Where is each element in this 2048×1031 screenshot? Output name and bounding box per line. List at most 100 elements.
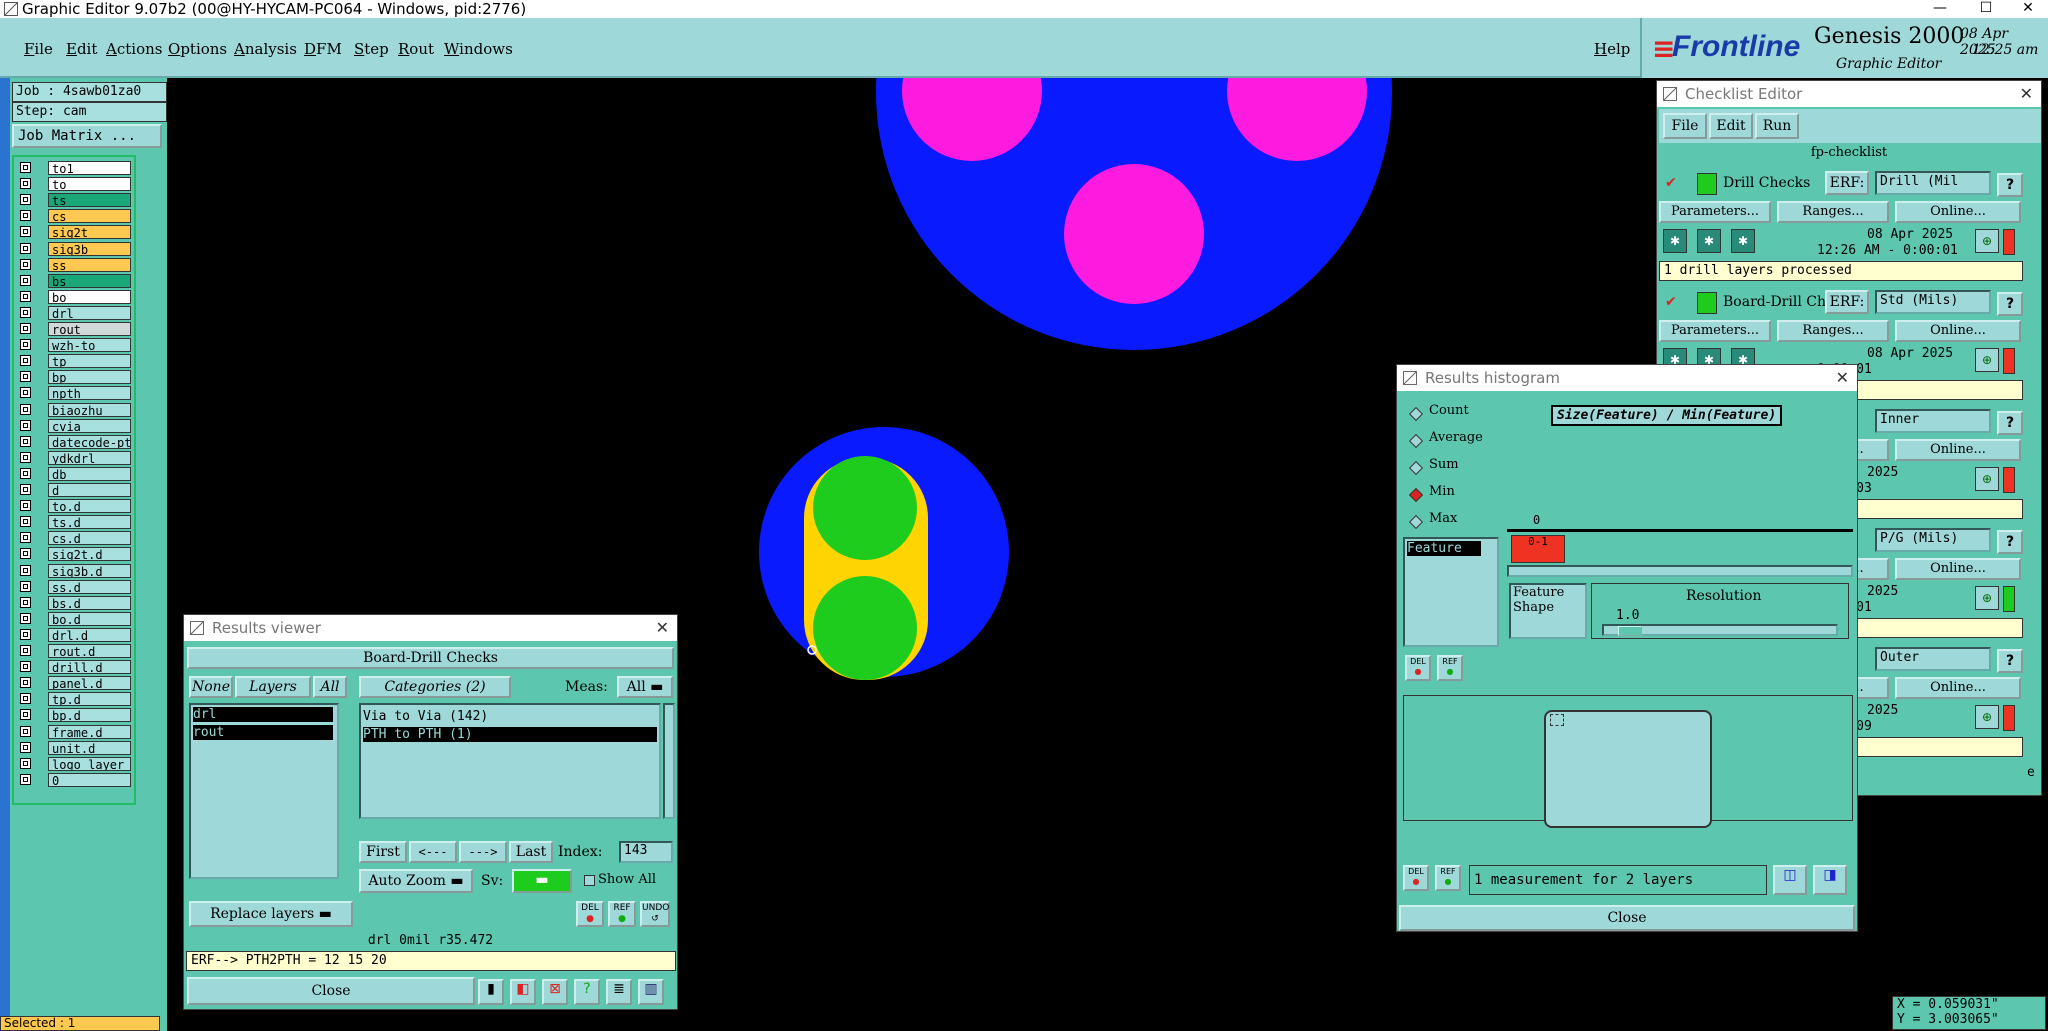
resolution-slider[interactable] <box>1602 624 1838 636</box>
layer-toggle-checkbox[interactable] <box>20 548 31 560</box>
layer-toggle-checkbox[interactable] <box>20 580 31 592</box>
parameters-button[interactable]: Parameters... <box>1659 201 1771 223</box>
none-button[interactable]: None <box>189 676 233 698</box>
layer-item[interactable]: cs.d <box>48 531 131 546</box>
ref-button[interactable]: REF ● <box>608 901 636 927</box>
layer-item[interactable]: npth <box>48 386 131 401</box>
menu-analysis[interactable]: Analysis <box>234 40 297 58</box>
meas-select[interactable]: All ▬ <box>617 676 673 698</box>
all-button[interactable]: All <box>313 676 347 698</box>
clear-icon[interactable]: ⊠ <box>542 979 568 1005</box>
layer-item[interactable]: drl.d <box>48 627 131 642</box>
zoom-icon[interactable]: ⊕ <box>1975 229 1999 253</box>
histogram-icon[interactable]: ▥ <box>638 979 664 1005</box>
max-radio[interactable] <box>1408 514 1424 530</box>
hist-ref-button[interactable]: REF ● <box>1437 655 1463 681</box>
erf-select[interactable]: Inner <box>1875 409 1991 433</box>
layer-item[interactable]: bp.d <box>48 708 131 723</box>
layer-toggle-checkbox[interactable] <box>20 467 31 479</box>
erf-select[interactable]: Std (Mils) <box>1875 290 1991 314</box>
layer-toggle-checkbox[interactable] <box>20 323 31 334</box>
bottom-ref-button[interactable]: REF ● <box>1435 865 1461 891</box>
layer-item[interactable]: bp <box>48 370 131 385</box>
feature-list[interactable]: Feature <box>1403 537 1499 647</box>
erf-select[interactable]: Drill (Mil <box>1875 171 1991 195</box>
category-item-selected[interactable]: PTH to PTH (1) <box>363 727 657 742</box>
action-help-button[interactable]: ? <box>1997 530 2023 554</box>
menu-actions[interactable]: Actions <box>106 40 162 58</box>
checklist-menu-file[interactable]: File <box>1663 113 1707 139</box>
histogram-scrollbar[interactable] <box>1507 565 1853 577</box>
layer-item[interactable]: drill.d <box>48 660 131 675</box>
layer-toggle-checkbox[interactable] <box>20 709 31 721</box>
action-run-icon[interactable] <box>1697 292 1717 314</box>
layer-toggle-checkbox[interactable] <box>20 596 31 608</box>
maximize-button[interactable]: ☐ <box>1966 0 2006 18</box>
histogram-bin-bar[interactable]: 0-1 <box>1511 535 1565 563</box>
bottom-del-button[interactable]: DEL ● <box>1403 865 1429 891</box>
layer-toggle-checkbox[interactable] <box>20 258 31 270</box>
show-results-icon[interactable]: ✱ <box>1663 229 1687 253</box>
action-checkbox[interactable]: ✔ <box>1665 294 1677 310</box>
online-button[interactable]: Online... <box>1895 439 2021 461</box>
layer-item[interactable]: 0 <box>48 772 131 787</box>
layer-toggle-checkbox[interactable] <box>20 628 31 640</box>
layer-toggle-checkbox[interactable] <box>20 242 31 254</box>
count-radio[interactable] <box>1408 406 1424 422</box>
feature-shape-list[interactable]: Feature Shape <box>1509 583 1587 639</box>
layer-toggle-checkbox[interactable] <box>20 516 31 528</box>
layer-item[interactable]: frame.d <box>48 724 131 739</box>
job-matrix-button[interactable]: Job Matrix ... <box>12 124 162 148</box>
online-button[interactable]: Online... <box>1895 320 2021 342</box>
close-icon[interactable]: ✕ <box>1836 365 1849 391</box>
del-button[interactable]: DEL ● <box>576 901 604 927</box>
replace-layers-select[interactable]: Replace layers ▬ <box>189 901 353 927</box>
layer-toggle-checkbox[interactable] <box>20 725 31 737</box>
zoom-icon[interactable]: ⊕ <box>1975 586 1999 610</box>
graph-view-icon[interactable]: ◫ <box>1773 865 1807 895</box>
layer-item[interactable]: ts <box>48 193 131 208</box>
next-button[interactable]: ---> <box>459 841 507 863</box>
layer-toggle-checkbox[interactable] <box>20 564 31 576</box>
layer-toggle-checkbox[interactable] <box>20 661 31 673</box>
layer-item[interactable]: rout.d <box>48 644 131 658</box>
checklist-menu-run[interactable]: Run <box>1755 113 1799 139</box>
ranges-button[interactable]: Ranges... <box>1777 201 1889 223</box>
close-icon[interactable]: ✕ <box>2020 81 2033 107</box>
category-list[interactable]: Via to Via (142) PTH to PTH (1) <box>359 703 661 819</box>
minimize-button[interactable]: — <box>1920 0 1960 18</box>
layer-toggle-checkbox[interactable] <box>20 419 31 431</box>
layer-item[interactable]: ss.d <box>48 579 131 594</box>
close-icon[interactable]: ✕ <box>656 615 669 641</box>
action-checkbox[interactable]: ✔ <box>1665 175 1677 191</box>
layer-toggle-checkbox[interactable] <box>20 162 31 173</box>
ranges-button[interactable]: Ranges... <box>1777 320 1889 342</box>
layer-item[interactable]: to <box>48 177 131 192</box>
action-help-button[interactable]: ? <box>1997 411 2023 435</box>
histogram-close-button[interactable]: Close <box>1399 905 1855 931</box>
layer-toggle-checkbox[interactable] <box>20 210 31 222</box>
online-button[interactable]: Online... <box>1895 201 2021 223</box>
result-layer-item[interactable]: rout <box>193 725 333 740</box>
layer-toggle-checkbox[interactable] <box>20 306 31 318</box>
layer-toggle-checkbox[interactable] <box>20 226 31 238</box>
layer-toggle-checkbox[interactable] <box>20 484 31 495</box>
layer-item[interactable]: cs <box>48 209 131 224</box>
layer-item[interactable]: sig2t.d <box>48 547 131 562</box>
hist-del-button[interactable]: DEL ● <box>1405 655 1431 681</box>
prev-button[interactable]: <--- <box>409 841 457 863</box>
layer-toggle-checkbox[interactable] <box>20 274 31 286</box>
layer-toggle-checkbox[interactable] <box>20 612 31 624</box>
chart-view-icon[interactable]: ▮ <box>478 979 504 1005</box>
layer-item[interactable]: to.d <box>48 499 131 514</box>
zoom-icon[interactable]: ⊕ <box>1975 467 1999 491</box>
menu-rout[interactable]: Rout <box>398 40 434 58</box>
zoom-icon[interactable]: ⊕ <box>1975 348 1999 372</box>
layer-item[interactable]: to1 <box>48 161 131 175</box>
notes-icon[interactable]: ≣ <box>606 979 632 1005</box>
layer-toggle-checkbox[interactable] <box>20 693 31 705</box>
layer-item[interactable]: sig3b.d <box>48 563 131 578</box>
menu-help[interactable]: Help <box>1594 40 1630 58</box>
action-help-button[interactable]: ? <box>1997 173 2023 197</box>
layer-item[interactable]: rout <box>48 322 131 336</box>
